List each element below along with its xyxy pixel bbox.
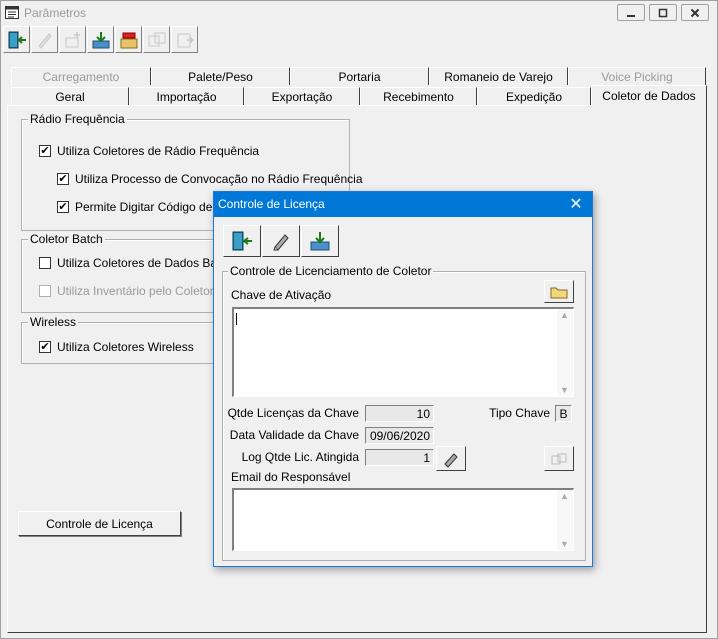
disabled-action-button[interactable]: [544, 446, 574, 471]
checkbox-radio-frequency[interactable]: ✔: [39, 145, 51, 157]
email-scrollbar[interactable]: ▲ ▼: [557, 490, 573, 550]
dialog-edit-button[interactable]: [262, 225, 300, 257]
folder-icon: [550, 287, 568, 298]
log-edit-button[interactable]: [436, 446, 466, 471]
licensing-group-title: Controle de Licenciamento de Coletor: [228, 264, 434, 278]
copy-button[interactable]: [143, 26, 170, 53]
scroll-up-icon: ▲: [560, 491, 569, 501]
label-wireless-collectors: Utiliza Coletores Wireless: [57, 340, 194, 354]
activation-key-label: Chave de Ativação: [231, 288, 332, 302]
log-qty-label: Log Qtde Lic. Atingida: [241, 450, 359, 464]
key-type-label: Tipo Chave: [489, 406, 550, 420]
add-record-icon: [65, 31, 80, 47]
email-textarea[interactable]: ▲ ▼: [232, 488, 574, 551]
open-file-button[interactable]: [544, 280, 574, 303]
close-icon: ✕: [569, 196, 583, 213]
minimize-icon: [627, 14, 635, 17]
save-icon: [92, 31, 109, 48]
dialog-save-button[interactable]: [301, 225, 339, 257]
copy-record-icon: [551, 453, 567, 464]
scroll-down-icon: ▼: [560, 539, 569, 549]
license-dialog: Controle de Licença ✕ Controle de Licenc…: [213, 191, 593, 567]
key-type-field: B: [555, 405, 572, 422]
qty-licenses-label: Qtde Licenças da Chave: [227, 406, 359, 420]
activation-key-textarea[interactable]: ▲ ▼: [232, 307, 574, 397]
add-button[interactable]: [59, 26, 86, 53]
check-icon: ✔: [40, 144, 50, 157]
save-icon: [310, 232, 330, 251]
label-radio-frequency: Utiliza Coletores de Rádio Frequência: [57, 144, 260, 158]
save-button[interactable]: [87, 26, 114, 53]
license-control-button[interactable]: Controle de Licença: [18, 511, 181, 536]
tab-geral[interactable]: Geral: [11, 87, 129, 105]
paste-record-icon: [177, 33, 194, 47]
email-label: Email do Responsável: [231, 470, 351, 484]
checkbox-convocation-process[interactable]: ✔: [57, 173, 69, 185]
activation-key-scrollbar[interactable]: ▲ ▼: [557, 309, 573, 396]
close-icon: [690, 8, 700, 17]
pencil-icon: [37, 32, 52, 49]
checkbox-batch-collectors[interactable]: [39, 257, 51, 269]
app-icon: [5, 6, 19, 19]
tab-expedicao[interactable]: Expedição: [477, 87, 591, 105]
copy-record-icon: [148, 32, 165, 46]
dialog-exit-button[interactable]: [223, 225, 261, 257]
delete-folder-icon: [120, 32, 137, 48]
dialog-title-bar: Controle de Licença ✕: [214, 192, 592, 217]
label-type-product-code: Permite Digitar Código de Pro: [75, 200, 235, 214]
close-button[interactable]: [681, 4, 709, 21]
restore-button[interactable]: [649, 4, 677, 21]
pencil-icon: [444, 452, 458, 468]
batch-collector-title: Coletor Batch: [28, 232, 105, 246]
tab-exportacao[interactable]: Exportação: [244, 87, 360, 105]
tab-carregamento[interactable]: Carregamento: [11, 67, 151, 85]
check-icon: ✔: [58, 172, 68, 185]
check-icon: ✔: [58, 200, 68, 213]
validity-date-label: Data Validade da Chave: [229, 428, 359, 442]
checkbox-type-product-code[interactable]: ✔: [57, 201, 69, 213]
minimize-button[interactable]: [617, 4, 645, 21]
dialog-close-button[interactable]: ✕: [566, 194, 586, 214]
dialog-title: Controle de Licença: [218, 197, 325, 211]
tab-voice-picking[interactable]: Voice Picking: [568, 67, 706, 85]
paste-button[interactable]: [171, 26, 198, 53]
radio-frequency-title: Rádio Frequência: [28, 112, 127, 126]
qty-licenses-field: 10: [365, 405, 434, 422]
label-inventory-by-collector: Utiliza Inventário pelo Coletor de I: [57, 284, 238, 298]
tab-recebimento[interactable]: Recebimento: [360, 87, 477, 105]
exit-door-icon: [8, 31, 26, 48]
log-qty-field: 1: [365, 449, 434, 466]
label-convocation-process: Utiliza Processo de Convocação no Rádio …: [75, 172, 363, 186]
tab-portaria[interactable]: Portaria: [290, 67, 429, 85]
tab-importacao[interactable]: Importação: [129, 87, 244, 105]
scroll-up-icon: ▲: [560, 310, 569, 320]
tab-romaneio-de-varejo[interactable]: Romaneio de Varejo: [429, 67, 568, 85]
scroll-down-icon: ▼: [560, 385, 569, 395]
window-title: Parâmetros: [24, 6, 87, 20]
restore-icon: [658, 8, 668, 17]
delete-button[interactable]: [115, 26, 142, 53]
edit-button[interactable]: [31, 26, 58, 53]
wireless-title: Wireless: [28, 315, 79, 329]
exit-button[interactable]: [3, 26, 30, 53]
validity-date-field: 09/06/2020: [365, 427, 434, 444]
pencil-icon: [273, 234, 289, 251]
tab-coletor-de-dados[interactable]: Coletor de Dados: [591, 85, 707, 106]
check-icon: ✔: [40, 340, 50, 353]
checkbox-inventory-by-collector[interactable]: [39, 285, 51, 297]
checkbox-wireless-collectors[interactable]: ✔: [39, 341, 51, 353]
tab-palete-peso[interactable]: Palete/Peso: [151, 67, 290, 85]
toolbar: [3, 26, 201, 56]
text-cursor: [236, 313, 237, 325]
label-batch-collectors: Utiliza Coletores de Dados Batch: [57, 256, 234, 270]
exit-door-icon: [232, 231, 252, 251]
title-bar: Parâmetros: [1, 1, 717, 25]
